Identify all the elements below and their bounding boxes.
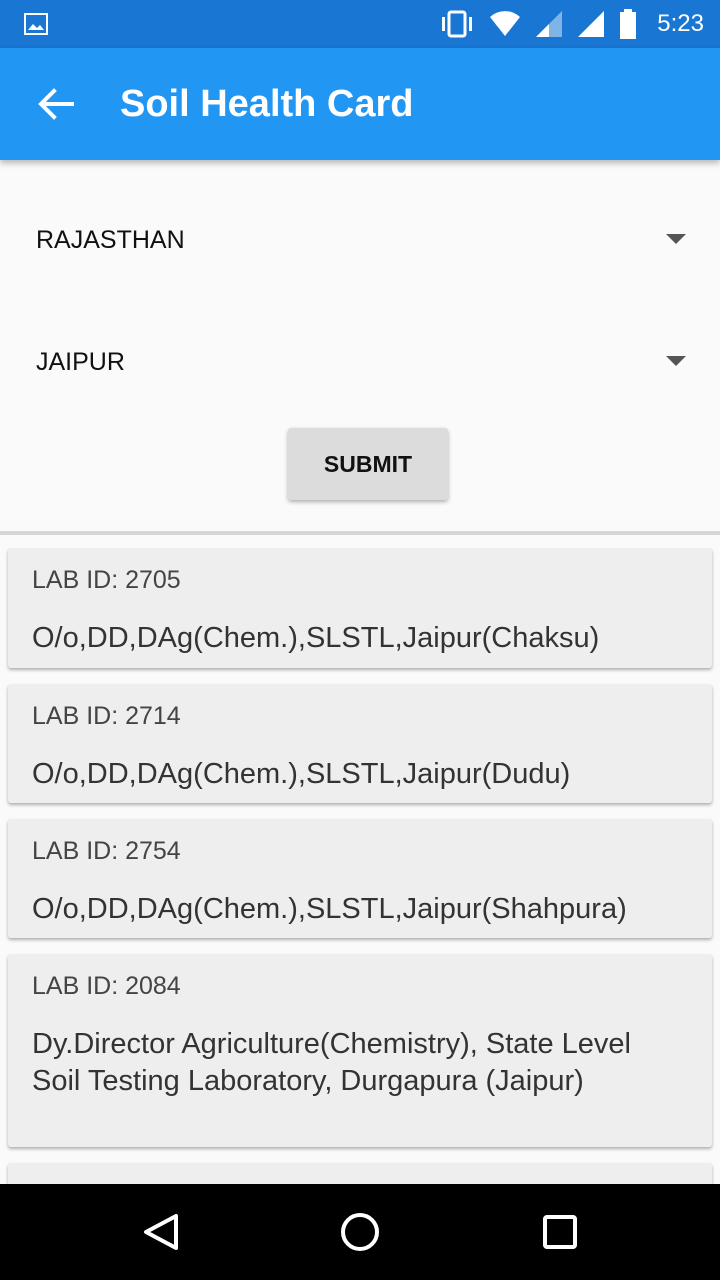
- clock-time: 5:23: [657, 10, 704, 37]
- lab-card[interactable]: LAB ID: 186: [8, 1163, 712, 1184]
- lab-id: LAB ID: 2084: [32, 972, 181, 1000]
- app-bar: Soil Health Card: [0, 48, 720, 160]
- system-nav-bar: [0, 1184, 720, 1280]
- lab-id: LAB ID: 2754: [32, 837, 181, 865]
- signal-icon: [536, 11, 563, 37]
- vibrate-icon: [442, 10, 473, 38]
- dropdown-arrow-icon: [666, 234, 686, 244]
- home-circle-icon[interactable]: [336, 1208, 384, 1256]
- state-dropdown[interactable]: RAJASTHAN: [0, 200, 720, 280]
- signal-icon: [578, 11, 605, 37]
- arrow-back-icon[interactable]: [36, 84, 76, 124]
- state-selected-value: RAJASTHAN: [36, 226, 185, 254]
- lab-id: LAB ID: 2714: [32, 702, 181, 730]
- divider: [0, 531, 720, 535]
- page-title: Soil Health Card: [120, 83, 414, 125]
- lab-list[interactable]: LAB ID: 2705 O/o,DD,DAg(Chem.),SLSTL,Jai…: [0, 548, 720, 1184]
- wifi-icon: [490, 11, 521, 37]
- lab-card[interactable]: LAB ID: 2754 O/o,DD,DAg(Chem.),SLSTL,Jai…: [8, 819, 712, 938]
- district-dropdown[interactable]: JAIPUR: [0, 322, 720, 402]
- image-icon: [24, 13, 48, 35]
- back-triangle-icon[interactable]: [136, 1208, 184, 1256]
- dropdown-arrow-icon: [666, 356, 686, 366]
- status-bar: 5:23: [0, 0, 720, 48]
- lab-address: O/o,DD,DAg(Chem.),SLSTL,Jaipur(Shahpura): [32, 893, 627, 925]
- battery-icon: [620, 9, 637, 39]
- lab-card[interactable]: LAB ID: 2705 O/o,DD,DAg(Chem.),SLSTL,Jai…: [8, 548, 712, 668]
- lab-address: O/o,DD,DAg(Chem.),SLSTL,Jaipur(Dudu): [32, 758, 571, 790]
- lab-id: LAB ID: 2705: [32, 566, 181, 594]
- lab-card[interactable]: LAB ID: 2714 O/o,DD,DAg(Chem.),SLSTL,Jai…: [8, 684, 712, 803]
- district-selected-value: JAIPUR: [36, 348, 125, 376]
- submit-button[interactable]: SUBMIT: [288, 428, 448, 500]
- lab-address: O/o,DD,DAg(Chem.),SLSTL,Jaipur(Chaksu): [32, 622, 600, 654]
- recents-square-icon[interactable]: [536, 1208, 584, 1256]
- lab-card[interactable]: LAB ID: 2084 Dy.Director Agriculture(Che…: [8, 954, 712, 1147]
- lab-address: Dy.Director Agriculture(Chemistry), Stat…: [32, 1028, 631, 1097]
